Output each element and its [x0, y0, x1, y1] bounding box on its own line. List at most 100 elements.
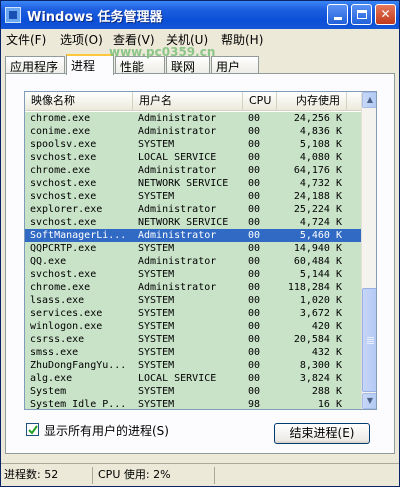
minimize-button[interactable]	[327, 4, 348, 25]
grip-line	[367, 343, 374, 344]
close-icon: ✕	[380, 7, 391, 21]
memory-cell: 64,176 K	[293, 165, 342, 176]
process-row[interactable]: smss.exe SYSTEM 00 432 K	[25, 346, 361, 359]
user-name-cell: NETWORK SERVICE	[138, 217, 229, 228]
status-cpu-usage: CPU 使用: 2%	[95, 467, 215, 484]
process-row[interactable]: chrome.exe Administrator 00 118,284 K	[25, 281, 361, 294]
memory-cell: 3,824 K	[299, 373, 342, 384]
user-name-cell: SYSTEM	[138, 243, 175, 254]
process-row[interactable]: svchost.exe NETWORK SERVICE 00 4,724 K	[25, 216, 361, 229]
memory-cell: 3,672 K	[299, 308, 342, 319]
memory-cell: 5,144 K	[299, 269, 342, 280]
process-row[interactable]: lsass.exe SYSTEM 00 1,020 K	[25, 294, 361, 307]
memory-cell: 24,256 K	[293, 113, 342, 124]
process-row[interactable]: svchost.exe NETWORK SERVICE 00 4,732 K	[25, 177, 361, 190]
user-name-cell: Administrator	[138, 165, 217, 176]
memory-cell: 420 K	[311, 321, 342, 332]
process-row[interactable]: ZhuDongFangYu... SYSTEM 00 8,300 K	[25, 359, 361, 372]
menu-options[interactable]: 选项(O)	[60, 31, 103, 48]
process-row[interactable]: chrome.exe Administrator 00 64,176 K	[25, 164, 361, 177]
process-row[interactable]: chrome.exe Administrator 00 24,256 K	[25, 112, 361, 125]
user-name-cell: Administrator	[138, 230, 217, 241]
cpu-cell: 00	[248, 126, 261, 137]
process-row[interactable]: System Idle P... SYSTEM 98 16 K	[25, 398, 361, 410]
tab-users[interactable]: 用户	[211, 56, 259, 74]
end-process-button[interactable]: 结束进程(E)	[274, 423, 370, 444]
process-list[interactable]: 映像名称 用户名 CPU 内存使用 chrome.exe Administrato…	[24, 91, 377, 410]
process-row[interactable]: SoftManagerLi... Administrator 00 5,460 K	[25, 229, 361, 242]
process-row[interactable]: csrss.exe SYSTEM 00 20,584 K	[25, 333, 361, 346]
user-name-cell: Administrator	[138, 282, 217, 293]
user-name-cell: SYSTEM	[138, 399, 175, 410]
process-row[interactable]: svchost.exe SYSTEM 00 5,144 K	[25, 268, 361, 281]
menu-file[interactable]: 文件(F)	[6, 31, 46, 48]
memory-cell: 118,284 K	[287, 282, 342, 293]
process-row[interactable]: svchost.exe LOCAL SERVICE 00 4,080 K	[25, 151, 361, 164]
memory-cell: 1,020 K	[299, 295, 342, 306]
process-list-scrollbar[interactable]: ▲ ▼	[361, 92, 376, 409]
image-name-cell: spoolsv.exe	[30, 139, 97, 150]
task-manager-window: Windows 任务管理器 ✕ 文件(F) 选项(O) 查看(V) 关机(U) …	[0, 0, 400, 487]
memory-cell: 4,836 K	[299, 126, 342, 137]
show-all-users-checkbox[interactable]	[26, 423, 39, 436]
cpu-cell: 00	[248, 113, 261, 124]
process-row[interactable]: explorer.exe Administrator 00 25,224 K	[25, 203, 361, 216]
scroll-thumb[interactable]	[362, 288, 376, 392]
memory-cell: 5,460 K	[299, 230, 342, 241]
image-name-cell: conime.exe	[30, 126, 91, 137]
title-bar[interactable]: Windows 任务管理器 ✕	[1, 1, 399, 29]
user-name-cell: SYSTEM	[138, 295, 175, 306]
show-all-users-label: 显示所有用户的进程(S)	[44, 424, 169, 438]
process-row[interactable]: winlogon.exe SYSTEM 00 420 K	[25, 320, 361, 333]
memory-cell: 4,724 K	[299, 217, 342, 228]
process-list-body: chrome.exe Administrator 00 24,256 K conime.…	[25, 112, 361, 410]
image-name-cell: winlogon.exe	[30, 321, 103, 332]
cpu-cell: 00	[248, 204, 261, 215]
process-row[interactable]: System SYSTEM 00 288 K	[25, 385, 361, 398]
process-row[interactable]: svchost.exe SYSTEM 00 24,188 K	[25, 190, 361, 203]
processes-page: 映像名称 用户名 CPU 内存使用 chrome.exe Administrato…	[5, 73, 395, 454]
close-button[interactable]: ✕	[375, 4, 396, 25]
cpu-cell: 00	[248, 386, 261, 397]
image-name-cell: explorer.exe	[30, 204, 103, 215]
minimize-icon	[334, 17, 342, 20]
cpu-cell: 00	[248, 295, 261, 306]
image-name-cell: System Idle P...	[30, 399, 127, 410]
process-row[interactable]: services.exe SYSTEM 00 3,672 K	[25, 307, 361, 320]
maximize-button[interactable]	[351, 4, 372, 25]
menu-help[interactable]: 帮助(H)	[221, 31, 263, 48]
memory-cell: 16 K	[317, 399, 342, 410]
column-cpu[interactable]: CPU	[243, 92, 277, 111]
user-name-cell: Administrator	[138, 113, 217, 124]
image-name-cell: QQPCRTP.exe	[30, 243, 97, 254]
column-memory[interactable]: 内存使用	[277, 92, 347, 111]
user-name-cell: SYSTEM	[138, 139, 175, 150]
cpu-cell: 00	[248, 191, 261, 202]
process-row[interactable]: spoolsv.exe SYSTEM 00 5,108 K	[25, 138, 361, 151]
image-name-cell: csrss.exe	[30, 334, 85, 345]
column-image-name[interactable]: 映像名称	[25, 92, 133, 111]
checkmark-icon	[28, 425, 38, 435]
column-user-name[interactable]: 用户名	[133, 92, 243, 111]
image-name-cell: svchost.exe	[30, 178, 97, 189]
process-row[interactable]: alg.exe LOCAL SERVICE 00 3,824 K	[25, 372, 361, 385]
image-name-cell: chrome.exe	[30, 282, 91, 293]
image-name-cell: chrome.exe	[30, 113, 91, 124]
memory-cell: 288 K	[311, 386, 342, 397]
memory-cell: 432 K	[311, 347, 342, 358]
tab-applications[interactable]: 应用程序	[5, 56, 65, 74]
scroll-up-button[interactable]: ▲	[362, 92, 376, 108]
process-row[interactable]: QQPCRTP.exe SYSTEM 00 14,940 K	[25, 242, 361, 255]
image-name-cell: services.exe	[30, 308, 103, 319]
process-row[interactable]: QQ.exe Administrator 00 60,484 K	[25, 255, 361, 268]
memory-cell: 20,584 K	[293, 334, 342, 345]
memory-cell: 60,484 K	[293, 256, 342, 267]
user-name-cell: SYSTEM	[138, 360, 175, 371]
user-name-cell: LOCAL SERVICE	[138, 373, 217, 384]
tab-processes[interactable]: 进程	[66, 54, 114, 75]
arrow-up-icon: ▲	[366, 95, 374, 104]
process-row[interactable]: conime.exe Administrator 00 4,836 K	[25, 125, 361, 138]
image-name-cell: ZhuDongFangYu...	[30, 360, 127, 371]
scroll-down-button[interactable]: ▼	[362, 393, 376, 409]
cpu-cell: 00	[248, 165, 261, 176]
